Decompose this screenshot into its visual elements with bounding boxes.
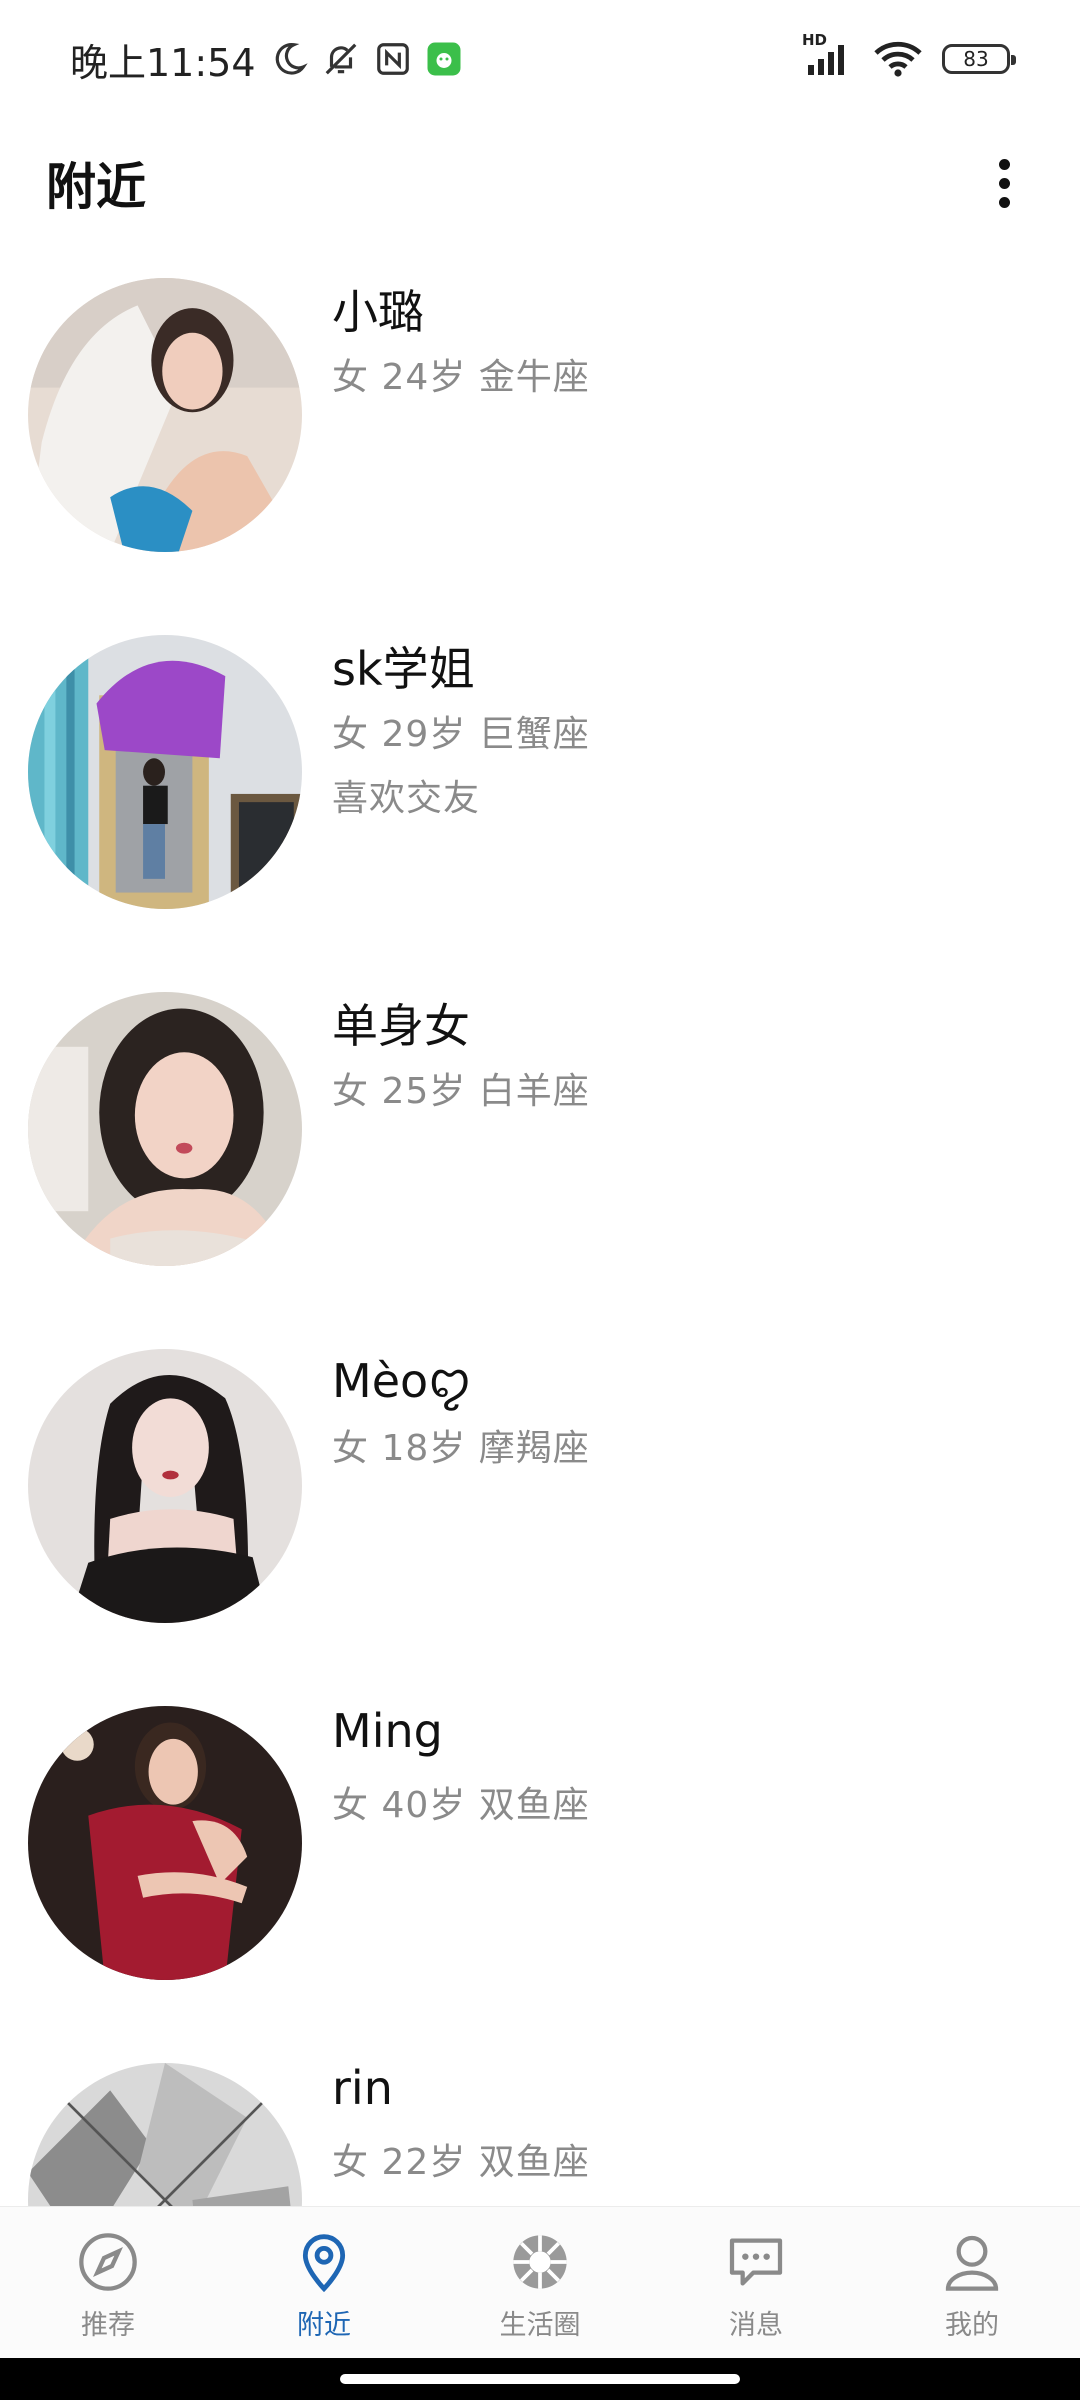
- battery-icon: 83: [942, 44, 1016, 74]
- status-left: 晚上11:54: [70, 32, 462, 87]
- user-meta: 女 18岁 摩羯座: [332, 1428, 590, 1469]
- app-notification-icon: [426, 41, 462, 77]
- user-name: 单身女: [332, 999, 470, 1053]
- status-time: 晚上11:54: [70, 40, 256, 85]
- avatar[interactable]: [28, 1349, 302, 1623]
- list-item[interactable]: rin 女 22岁 双鱼座: [0, 2033, 1080, 2206]
- nav-item-messages[interactable]: 消息: [666, 2227, 846, 2342]
- user-meta: 女 24岁 金牛座: [332, 357, 590, 398]
- more-dot: [998, 196, 1010, 208]
- list-item[interactable]: sk学姐 女 29岁 巨蟹座 喜欢交友: [0, 605, 1080, 962]
- app-root: 晚上11:54 HD 83 附近 小璐 女 24岁 金牛座 sk学姐 女 29岁…: [0, 0, 1080, 2400]
- nfc-icon: [374, 40, 412, 78]
- chat-bubble-icon: [721, 2227, 791, 2297]
- user-name: rin: [332, 2061, 393, 2115]
- nav-item-life-circle[interactable]: 生活圈: [450, 2227, 630, 2342]
- avatar[interactable]: [28, 278, 302, 552]
- nav-item-nearby[interactable]: 附近: [234, 2227, 414, 2342]
- nav-item-me[interactable]: 我的: [882, 2227, 1062, 2342]
- compass-icon: [73, 2227, 143, 2297]
- location-pin-icon: [289, 2227, 359, 2297]
- aperture-icon: [505, 2227, 575, 2297]
- user-name: Mèoꨄ︎: [332, 1354, 472, 1408]
- avatar[interactable]: [28, 992, 302, 1266]
- user-name: sk学姐: [332, 642, 475, 696]
- status-right: HD 83: [802, 31, 1016, 77]
- user-meta: 女 25岁 白羊座: [332, 1071, 590, 1112]
- more-vertical-icon[interactable]: [974, 153, 1034, 213]
- home-indicator[interactable]: [340, 2374, 740, 2384]
- nav-label: 消息: [729, 2310, 783, 2341]
- avatar[interactable]: [28, 635, 302, 909]
- avatar[interactable]: [28, 1706, 302, 1980]
- list-item[interactable]: 单身女 女 25岁 白羊座: [0, 962, 1080, 1319]
- status-bar: 晚上11:54 HD 83: [0, 0, 1080, 118]
- wifi-icon: [874, 41, 922, 77]
- user-meta: 女 29岁 巨蟹座: [332, 714, 590, 755]
- user-icon: [937, 2227, 1007, 2297]
- bell-off-icon: [322, 40, 360, 78]
- user-name: Ming: [332, 1704, 443, 1758]
- more-dot: [998, 158, 1010, 170]
- nav-item-recommend[interactable]: 推荐: [18, 2227, 198, 2342]
- bottom-nav: 推荐 附近 生活圈 消息 我的: [0, 2206, 1080, 2358]
- header: 附近: [0, 118, 1080, 248]
- signal-icon: HD: [802, 31, 854, 77]
- network-label: HD: [802, 31, 828, 49]
- user-meta: 女 22岁 双鱼座: [332, 2142, 590, 2183]
- battery-level: 83: [963, 47, 989, 71]
- moon-icon: [270, 40, 308, 78]
- nav-label: 我的: [945, 2310, 999, 2341]
- user-bio: 喜欢交友: [332, 778, 481, 819]
- user-name: 小璐: [332, 285, 424, 339]
- list-item[interactable]: Mèoꨄ︎ 女 18岁 摩羯座: [0, 1319, 1080, 1676]
- nav-label: 推荐: [81, 2310, 135, 2341]
- list-item[interactable]: Ming 女 40岁 双鱼座: [0, 1676, 1080, 2033]
- avatar[interactable]: [28, 2063, 302, 2206]
- nav-label: 附近: [297, 2310, 351, 2341]
- nearby-user-list[interactable]: 小璐 女 24岁 金牛座 sk学姐 女 29岁 巨蟹座 喜欢交友 单身女 女 2…: [0, 248, 1080, 2206]
- user-meta: 女 40岁 双鱼座: [332, 1785, 590, 1826]
- more-dot: [998, 177, 1010, 189]
- page-title: 附近: [46, 158, 146, 216]
- gesture-bar: [0, 2358, 1080, 2400]
- nav-label: 生活圈: [499, 2310, 581, 2341]
- list-item[interactable]: 小璐 女 24岁 金牛座: [0, 248, 1080, 605]
